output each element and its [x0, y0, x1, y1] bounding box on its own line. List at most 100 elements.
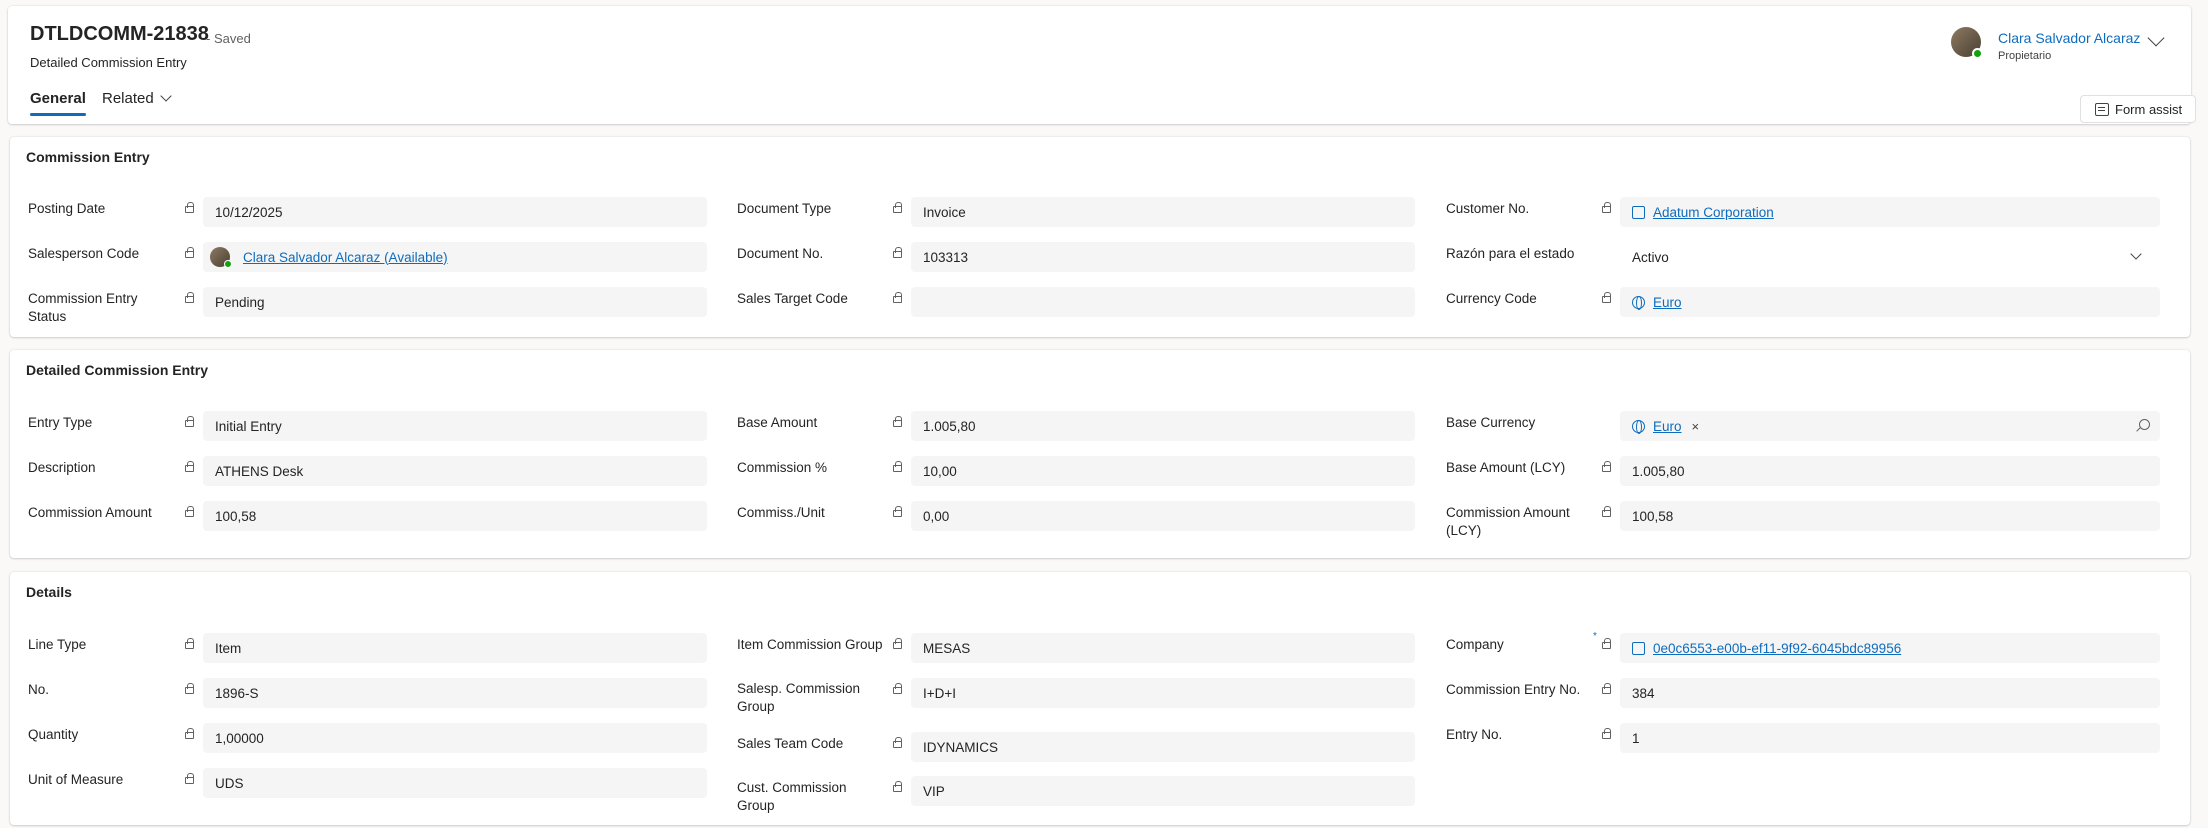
commission-entry-no-field[interactable]: 384 — [1620, 678, 2160, 708]
posting-date-value: 10/12/2025 — [215, 204, 283, 220]
no-field[interactable]: 1896-S — [203, 678, 707, 708]
section-title: Commission Entry — [26, 149, 150, 165]
sales-target-code-field[interactable] — [911, 287, 1415, 317]
lock-icon — [893, 506, 902, 517]
save-status: - Saved — [206, 31, 251, 46]
no-value: 1896-S — [215, 685, 259, 701]
salesp-commission-group-value: I+D+I — [923, 685, 957, 701]
entry-type-field[interactable]: Initial Entry — [203, 411, 707, 441]
customer-link[interactable]: Adatum Corporation — [1653, 205, 1774, 220]
quantity-value: 1,00000 — [215, 730, 264, 746]
lock-icon — [185, 292, 194, 303]
currency-link[interactable]: Euro — [1653, 295, 1682, 310]
commission-pct-field[interactable]: 10,00 — [911, 456, 1415, 486]
chevron-down-icon — [2130, 248, 2142, 260]
customer-no-field[interactable]: Adatum Corporation — [1620, 197, 2160, 227]
lock-icon — [185, 506, 194, 517]
base-amount-label: Base Amount — [737, 415, 818, 430]
entry-no-field[interactable]: 1 — [1620, 723, 2160, 753]
salesp-commission-group-label: Salesp. Commission Group — [737, 681, 861, 714]
entry-no-label: Entry No. — [1446, 727, 1503, 742]
salesperson-link[interactable]: Clara Salvador Alcaraz (Available) — [243, 250, 448, 265]
lock-icon — [893, 247, 902, 258]
lock-icon — [893, 416, 902, 427]
document-no-value: 103313 — [923, 249, 969, 265]
lock-icon — [185, 683, 194, 694]
salesperson-code-field[interactable]: Clara Salvador Alcaraz (Available) — [203, 242, 707, 272]
commission-entry-status-label: Commission Entry Status — [28, 291, 138, 324]
document-type-field[interactable]: Invoice — [911, 197, 1415, 227]
cust-commission-group-label: Cust. Commission Group — [737, 780, 847, 813]
razon-estado-label: Razón para el estado — [1446, 246, 1575, 261]
base-currency-link[interactable]: Euro — [1653, 419, 1682, 434]
commission-entry-no-label: Commission Entry No. — [1446, 682, 1581, 697]
search-icon[interactable] — [2139, 419, 2150, 430]
chevron-down-icon — [160, 90, 172, 102]
salesp-commission-group-field[interactable]: I+D+I — [911, 678, 1415, 708]
base-amount-lcy-field[interactable]: 1.005,80 — [1620, 456, 2160, 486]
company-icon — [1632, 641, 1645, 655]
lock-icon — [185, 416, 194, 427]
lock-icon — [893, 202, 902, 213]
line-type-field[interactable]: Item — [203, 633, 707, 663]
line-type-value: Item — [215, 640, 242, 656]
sales-target-code-label: Sales Target Code — [737, 291, 848, 306]
sales-team-code-field[interactable]: IDYNAMICS — [911, 732, 1415, 762]
entity-name: Detailed Commission Entry — [30, 55, 187, 70]
company-field[interactable]: 0e0c6553-e00b-ef11-9f92-6045bdc89956 — [1620, 633, 2160, 663]
document-no-field[interactable]: 103313 — [911, 242, 1415, 272]
presence-available-icon — [1972, 48, 1983, 59]
lock-icon — [1602, 506, 1611, 517]
tab-related[interactable]: Related — [102, 90, 172, 107]
lock-icon — [185, 773, 194, 784]
document-type-label: Document Type — [737, 201, 832, 216]
lock-icon — [1602, 683, 1611, 694]
header-expand-chevron-icon[interactable] — [2147, 29, 2165, 47]
uom-field[interactable]: UDS — [203, 768, 707, 798]
company-label: Company — [1446, 637, 1504, 652]
base-currency-label: Base Currency — [1446, 415, 1536, 430]
commission-amount-field[interactable]: 100,58 — [203, 501, 707, 531]
commiss-unit-field[interactable]: 0,00 — [911, 501, 1415, 531]
item-commission-group-value: MESAS — [923, 640, 971, 656]
section-commission-entry: Commission Entry Posting Date 10/12/2025… — [10, 137, 2190, 337]
commission-entry-status-field[interactable]: Pending — [203, 287, 707, 317]
commiss-unit-value: 0,00 — [923, 508, 950, 524]
posting-date-field[interactable]: 10/12/2025 — [203, 197, 707, 227]
commission-amount-value: 100,58 — [215, 508, 257, 524]
base-amount-lcy-label: Base Amount (LCY) — [1446, 460, 1566, 475]
entry-type-value: Initial Entry — [215, 418, 282, 434]
owner-role: Propietario — [1998, 50, 2052, 62]
lock-icon — [1602, 292, 1611, 303]
customer-no-label: Customer No. — [1446, 201, 1530, 216]
form-assist-button[interactable]: Form assist — [2080, 95, 2196, 123]
section-title: Details — [26, 584, 72, 600]
company-link[interactable]: 0e0c6553-e00b-ef11-9f92-6045bdc89956 — [1653, 641, 1901, 656]
clear-icon[interactable]: × — [1692, 419, 1700, 434]
lock-icon — [1602, 202, 1611, 213]
base-currency-lookup[interactable]: Euro × — [1620, 411, 2160, 441]
form-assist-icon — [2095, 102, 2109, 116]
sales-team-code-label: Sales Team Code — [737, 736, 844, 751]
description-field[interactable]: ATHENS Desk — [203, 456, 707, 486]
item-commission-group-field[interactable]: MESAS — [911, 633, 1415, 663]
entry-type-label: Entry Type — [28, 415, 93, 430]
lock-icon — [1602, 638, 1611, 649]
lock-icon — [185, 461, 194, 472]
base-amount-field[interactable]: 1.005,80 — [911, 411, 1415, 441]
owner-name-link[interactable]: Clara Salvador Alcaraz — [1998, 30, 2140, 46]
lock-icon — [893, 781, 902, 792]
cust-commission-group-field[interactable]: VIP — [911, 776, 1415, 806]
quantity-label: Quantity — [28, 727, 79, 742]
quantity-field[interactable]: 1,00000 — [203, 723, 707, 753]
commission-entry-status-value: Pending — [215, 294, 265, 310]
commission-amount-lcy-field[interactable]: 100,58 — [1620, 501, 2160, 531]
lock-icon — [893, 683, 902, 694]
lock-icon — [893, 737, 902, 748]
form-assist-label: Form assist — [2115, 101, 2183, 117]
commiss-unit-label: Commiss./Unit — [737, 505, 825, 520]
currency-code-field[interactable]: Euro — [1620, 287, 2160, 317]
tab-general[interactable]: General — [30, 90, 86, 116]
owner-avatar[interactable] — [1951, 27, 1983, 59]
razon-estado-select[interactable]: Activo — [1620, 242, 2160, 272]
